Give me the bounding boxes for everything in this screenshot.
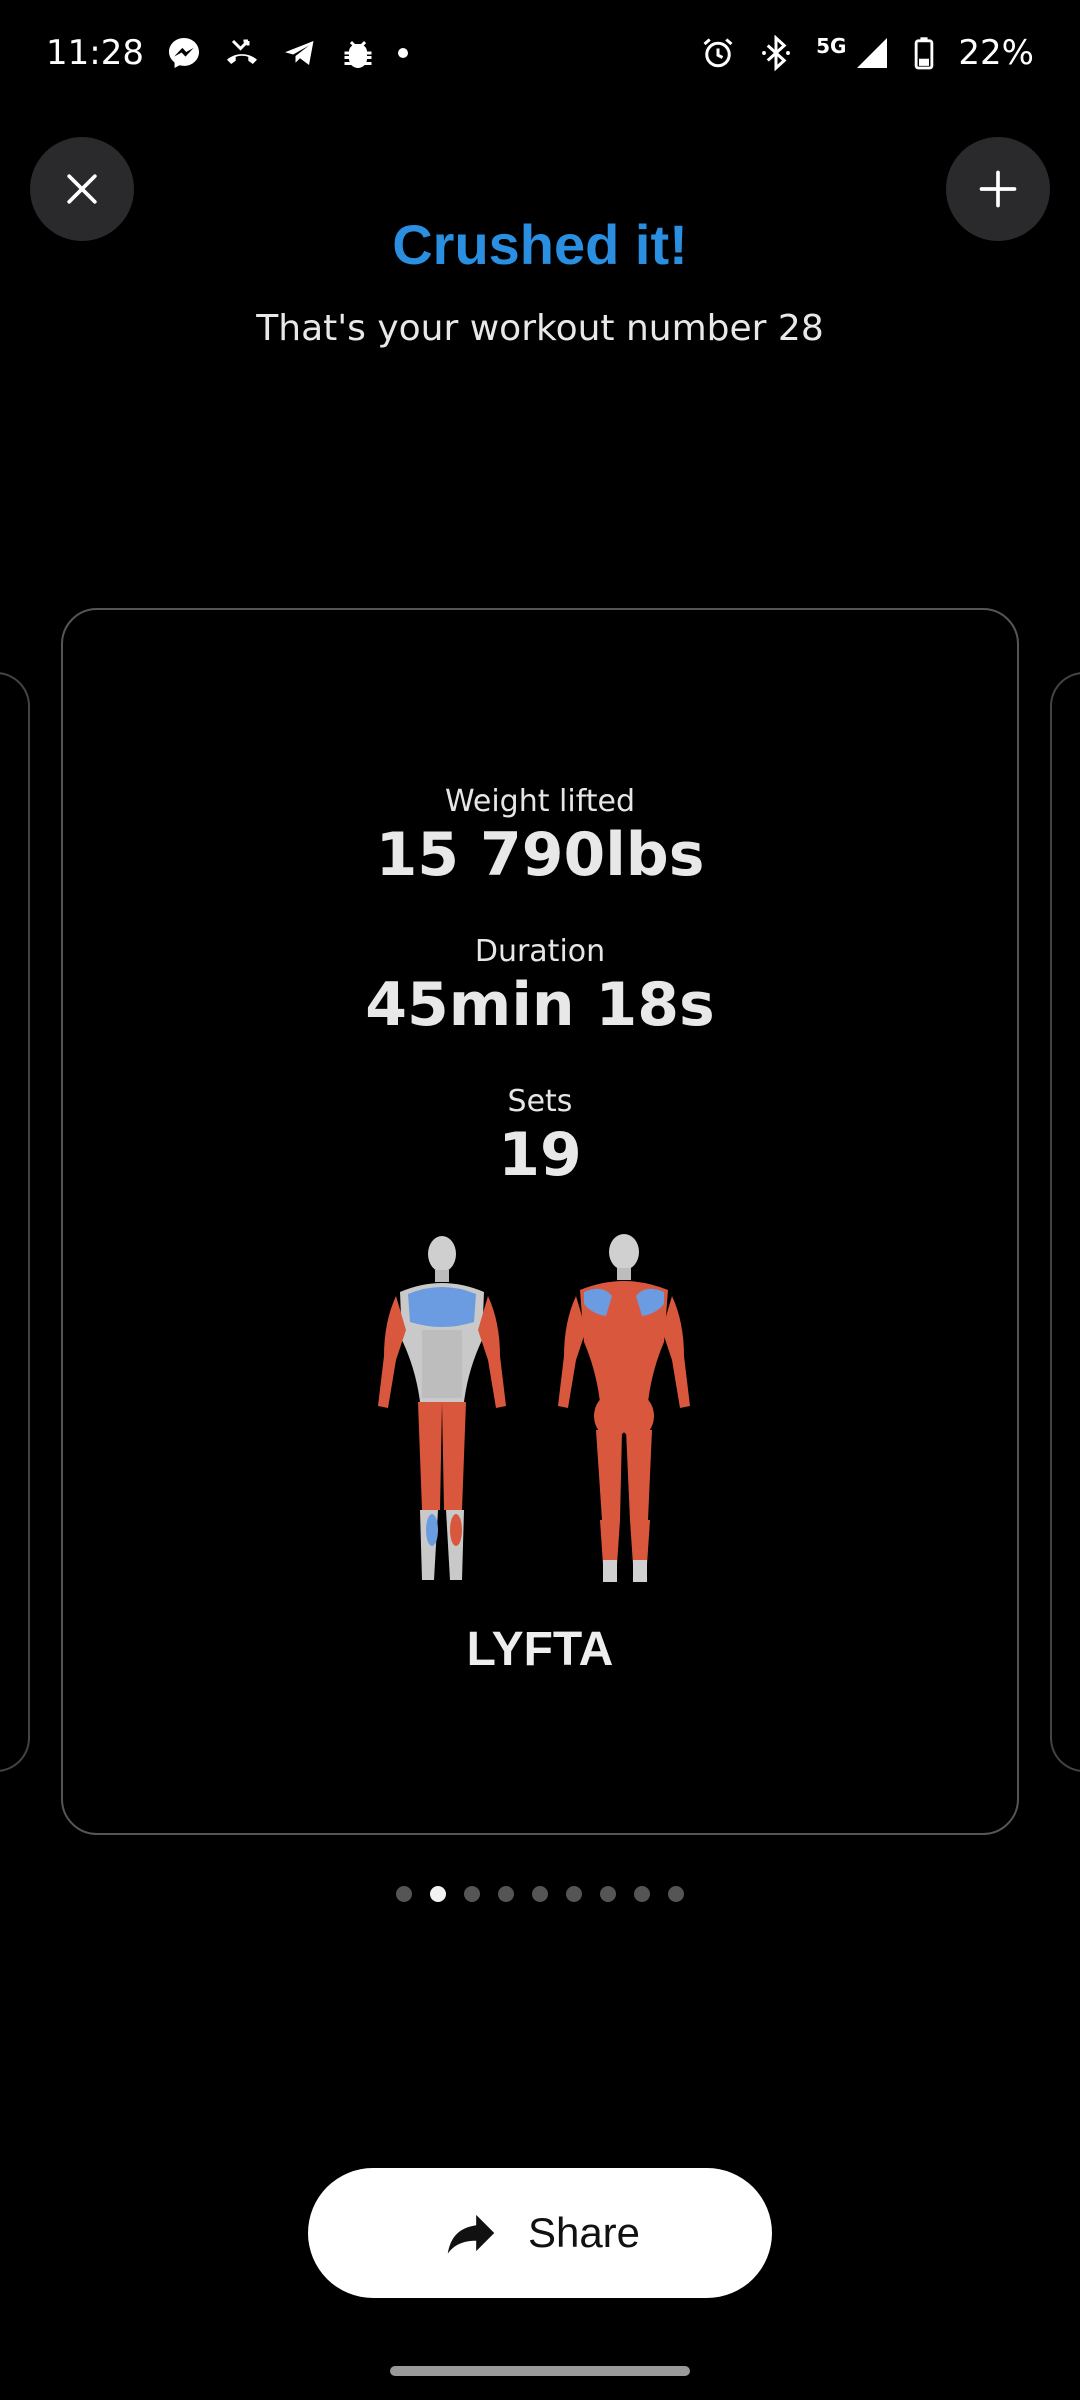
messenger-icon [166,35,202,71]
workout-summary-screen: 11:28 5G 22% Crushed it! That's your wor… [0,0,1080,2400]
page-dot[interactable] [532,1886,548,1902]
status-time: 11:28 [46,33,144,73]
bug-icon [340,35,376,71]
share-button[interactable]: Share [308,2168,772,2298]
front-body-figure [378,1236,506,1580]
back-body-figure [558,1234,690,1582]
dot-icon [397,48,408,58]
battery-percent: 22% [958,33,1034,73]
sets-value: 19 [498,1120,582,1190]
home-indicator[interactable] [390,2366,690,2376]
page-dot[interactable] [566,1886,582,1902]
muscle-map-figure [378,1234,690,1582]
duration-value: 45min 18s [365,970,715,1040]
carousel-pagination [0,1886,1080,1902]
page-dot[interactable] [668,1886,684,1902]
status-bar: 11:28 5G 22% [0,0,1080,106]
page-dot-active[interactable] [430,1886,446,1902]
page-dot[interactable] [498,1886,514,1902]
bluetooth-icon [758,35,794,71]
page-dot[interactable] [396,1886,412,1902]
summary-card[interactable]: Weight lifted 15 790lbs Duration 45min 1… [61,608,1019,1835]
status-right: 5G 22% [700,33,1034,73]
plus-icon [979,170,1017,208]
close-icon [67,174,97,204]
weight-lifted-value: 15 790lbs [375,820,705,890]
share-arrow-icon [447,2214,495,2254]
share-button-label: Share [527,2209,641,2256]
duration-label: Duration [474,934,606,969]
missed-call-icon [224,35,260,71]
sets-label: Sets [507,1084,573,1119]
status-left: 11:28 [46,33,408,73]
battery-icon [912,35,936,71]
previous-card-peek[interactable] [0,672,30,1772]
telegram-icon [282,35,318,71]
page-subtitle: That's your workout number 28 [256,308,824,349]
signal-icon [854,35,890,71]
page-dot[interactable] [634,1886,650,1902]
brand-logo-text: LYFTA [466,1623,614,1676]
network-type: 5G [816,34,847,58]
next-card-peek[interactable] [1050,672,1080,1772]
alarm-icon [700,35,736,71]
weight-lifted-label: Weight lifted [444,784,636,819]
page-title: Crushed it! [392,213,688,276]
page-dot[interactable] [464,1886,480,1902]
page-dot[interactable] [600,1886,616,1902]
